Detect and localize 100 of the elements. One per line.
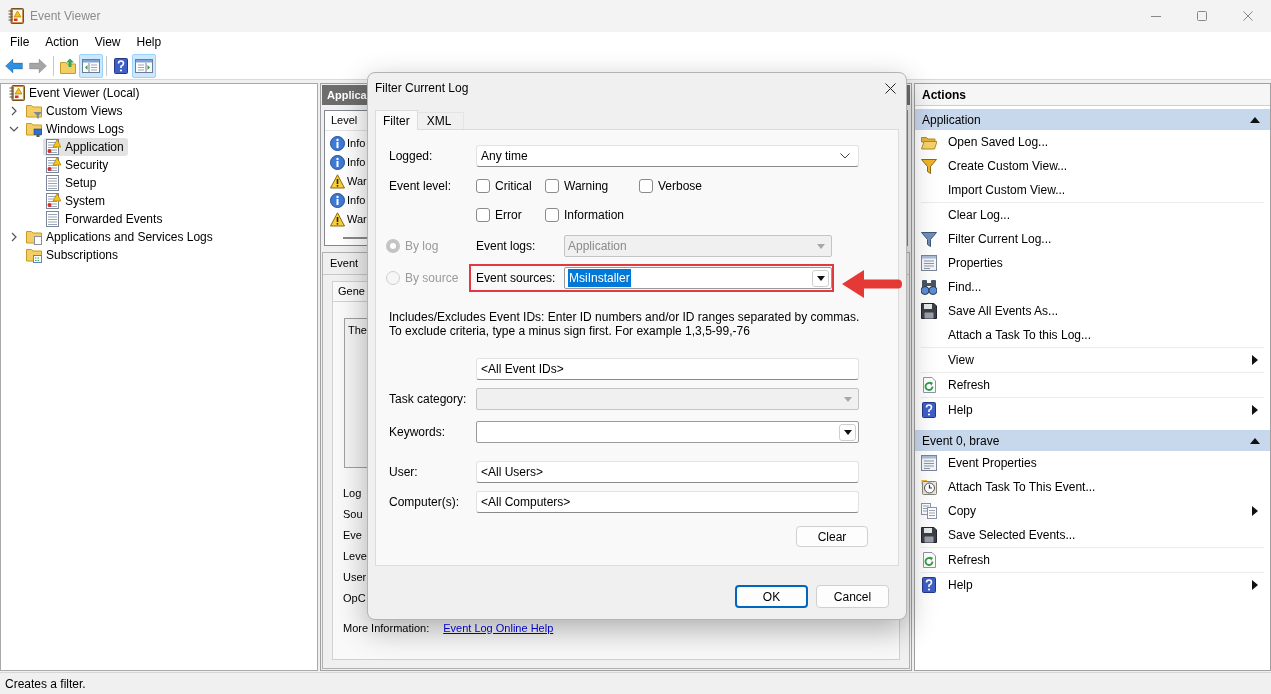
checkbox[interactable] [476, 179, 490, 193]
command-item[interactable]: Import Custom View... [915, 178, 1270, 202]
field-label: Sou [343, 507, 363, 523]
command-item[interactable]: Save All Events As... [915, 299, 1270, 323]
command-item[interactable]: Find... [915, 275, 1270, 299]
folder-up-arrow-icon [60, 57, 76, 74]
checkbox[interactable] [545, 208, 559, 222]
command-item[interactable]: Event Properties [915, 451, 1270, 475]
collapse-chevron-icon[interactable] [9, 124, 19, 134]
binoculars-icon [921, 279, 937, 295]
expand-chevron-icon[interactable] [9, 106, 19, 116]
dialog-button[interactable]: Cancel [816, 585, 889, 608]
minimize-icon [1151, 15, 1161, 17]
funnel-icon [921, 158, 937, 174]
copy-icon [921, 503, 937, 519]
command-item[interactable]: Save Selected Events... [915, 523, 1270, 547]
tab[interactable]: XML [417, 112, 465, 129]
command-item[interactable]: Open Saved Log... [915, 130, 1270, 154]
warning-icon [330, 212, 345, 227]
tree-item[interactable]: Application [43, 138, 128, 156]
tree-item[interactable]: Custom Views [24, 102, 127, 120]
menu-item[interactable]: View [86, 32, 129, 52]
field-label: Leve [343, 549, 367, 565]
field-label: User [343, 570, 367, 586]
menu-item[interactable]: Help [128, 32, 170, 52]
chevron-down-icon [840, 153, 850, 159]
dropdown-field[interactable] [476, 421, 859, 443]
task-clock-icon [921, 479, 937, 495]
command-item[interactable]: Clear Log... [915, 203, 1270, 227]
dropdown-field[interactable]: Any time [476, 145, 859, 167]
section-header[interactable]: Event 0, brave [915, 430, 1270, 451]
tree-item[interactable]: Security [43, 156, 113, 174]
dropdown-button[interactable] [839, 423, 856, 441]
tree-pane-toggle-icon [82, 57, 100, 74]
log-book-icon [8, 8, 24, 24]
expand-chevron-icon[interactable] [9, 232, 19, 242]
tree-item[interactable]: Windows Logs [24, 120, 129, 138]
caret-down-icon [843, 429, 852, 435]
command-item[interactable]: Attach a Task To this Log... [915, 323, 1270, 347]
log-warning-icon [45, 193, 61, 209]
tree-item[interactable]: Setup [43, 174, 101, 192]
command-item[interactable]: Help [915, 573, 1270, 597]
log-icon [45, 175, 61, 191]
section-header[interactable]: Application [915, 109, 1270, 130]
command-item[interactable]: Refresh [915, 373, 1270, 397]
command-item[interactable]: Help [915, 398, 1270, 422]
folder-document-icon [26, 229, 42, 245]
tab[interactable]: Filter [375, 110, 418, 130]
event-ids-field[interactable]: <All Event IDs> [476, 358, 859, 380]
radio-label: By source [405, 270, 459, 287]
tree-item[interactable]: Event Viewer (Local) [7, 84, 144, 102]
command-item[interactable]: Create Custom View... [915, 154, 1270, 178]
menu-item[interactable]: Action [37, 32, 87, 52]
radio-label: By log [405, 238, 439, 255]
tree-item[interactable]: Applications and Services Logs [24, 228, 217, 246]
menu-item[interactable]: File [2, 32, 38, 52]
help-link[interactable]: Event Log Online Help [443, 620, 554, 637]
close-icon [884, 82, 896, 94]
field-label: Keywords: [389, 424, 447, 441]
submenu-arrow-icon [1252, 580, 1258, 590]
command-item[interactable]: Attach Task To This Event... [915, 475, 1270, 499]
funnel-icon [921, 231, 937, 247]
checkbox[interactable] [639, 179, 653, 193]
caret-down-icon [843, 396, 852, 402]
command-item[interactable]: Properties [915, 251, 1270, 275]
checkbox-label: Information [564, 207, 625, 224]
field-label: OpC [343, 591, 366, 607]
field-label: Eve [343, 528, 362, 544]
submenu-arrow-icon [1252, 405, 1258, 415]
log-book-icon [9, 85, 25, 101]
scrollbar-thumb[interactable] [343, 237, 369, 239]
folder-monitor-icon [26, 121, 42, 137]
submenu-arrow-icon [1252, 506, 1258, 516]
forward-arrow-icon [29, 57, 47, 74]
dialog-button[interactable]: OK [735, 585, 808, 608]
tree-item[interactable]: Subscriptions [24, 246, 123, 264]
text-field[interactable]: <All Users> [476, 461, 859, 483]
maximize-icon [1197, 11, 1207, 21]
back-arrow-icon [5, 57, 23, 74]
info-icon [330, 155, 345, 170]
field-label: Event sources: [476, 270, 557, 287]
clear-button[interactable]: Clear [796, 526, 868, 547]
command-item[interactable]: Refresh [915, 548, 1270, 572]
text-field[interactable]: <All Computers> [476, 491, 859, 513]
level-cell-text: War [347, 212, 367, 228]
log-warning-icon [45, 139, 61, 155]
checkbox[interactable] [476, 208, 490, 222]
info-icon [330, 193, 345, 208]
command-item[interactable]: Filter Current Log... [915, 227, 1270, 251]
property-sheet-icon [921, 455, 937, 471]
command-item[interactable]: View [915, 348, 1270, 372]
field-label: Computer(s): [389, 494, 460, 511]
field-label: Event level: [389, 179, 453, 193]
tree-item[interactable]: Forwarded Events [43, 210, 167, 228]
tree-item[interactable]: System [43, 192, 109, 210]
command-item[interactable]: Copy [915, 499, 1270, 523]
info-icon [330, 136, 345, 151]
checkbox-label: Error [495, 207, 522, 224]
checkbox[interactable] [545, 179, 559, 193]
property-sheet-icon [921, 255, 937, 271]
